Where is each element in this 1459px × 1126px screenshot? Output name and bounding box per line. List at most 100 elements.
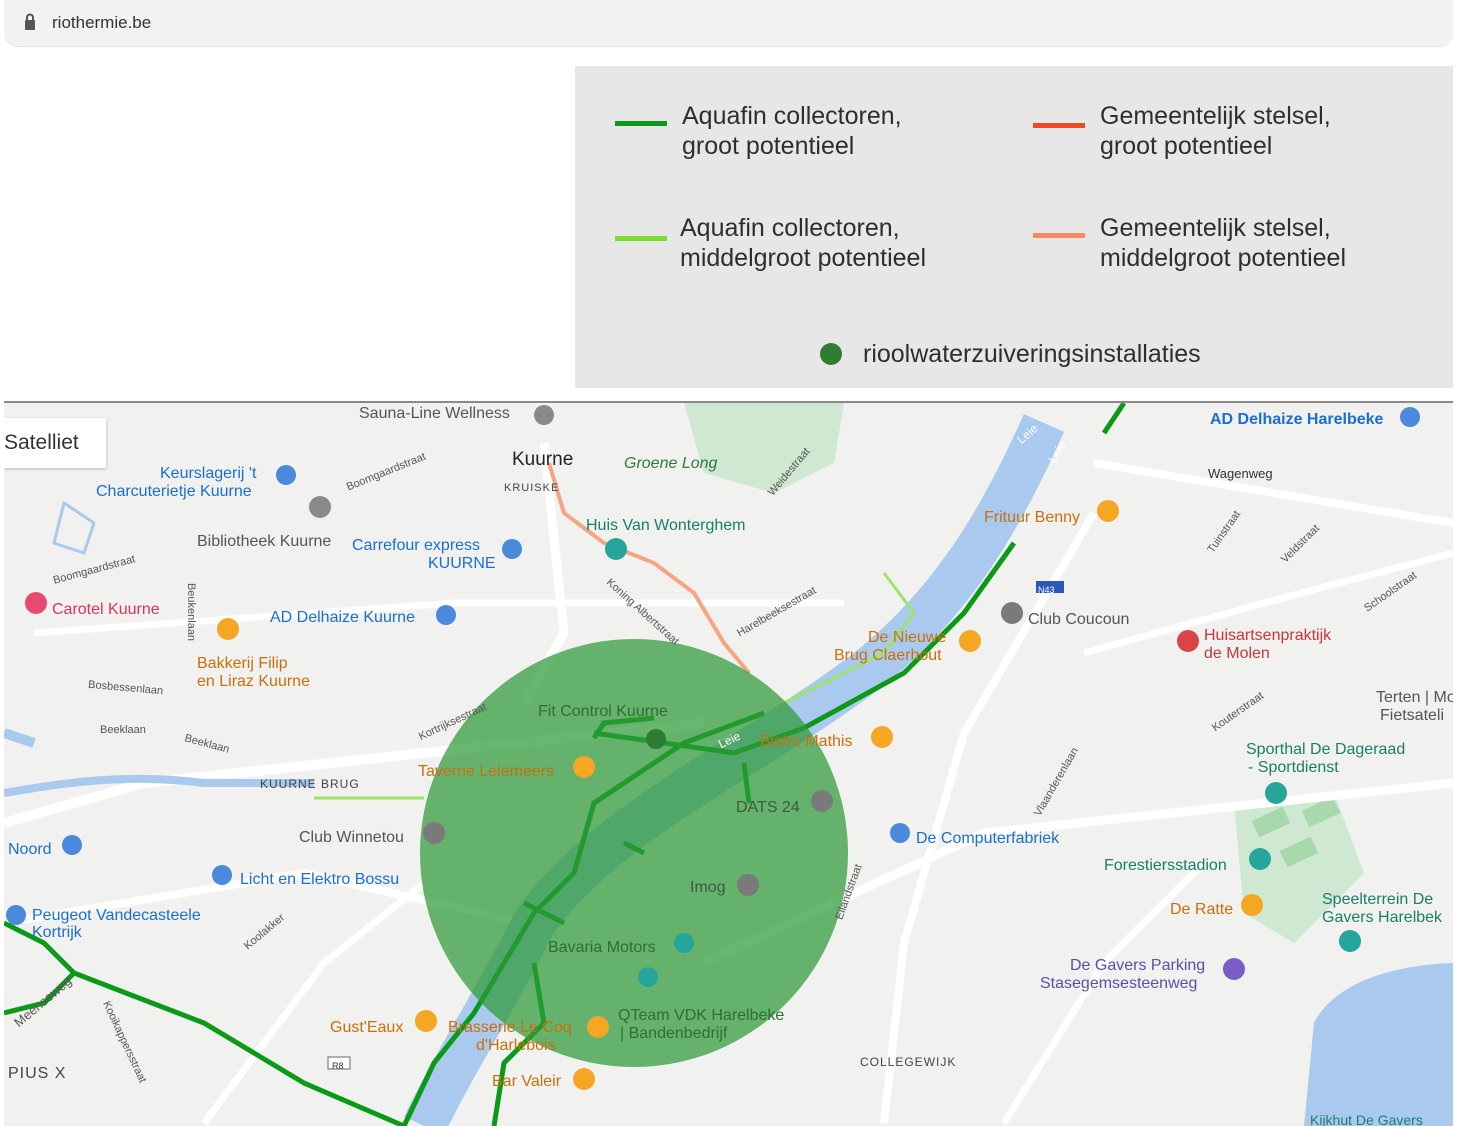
place-label[interactable]: Sauna-Line Wellness (359, 405, 510, 423)
place-label[interactable]: en Liraz Kuurne (197, 673, 310, 691)
place-label: KRUISKE (504, 482, 560, 494)
pin-icon (674, 933, 694, 953)
place-label[interactable]: De Computerfabriek (916, 830, 1059, 848)
road-label: R8 (332, 1061, 344, 1071)
legend-label-aquafin-groot: Aquafin collectoren, groot potentieel (682, 102, 902, 160)
pin-icon (1001, 602, 1023, 624)
place-label[interactable]: Imog (690, 879, 726, 897)
place-label[interactable]: Fietsateli (1380, 707, 1444, 725)
place-label[interactable]: de Molen (1204, 645, 1270, 663)
place-label[interactable]: Terten | Mobi (1376, 689, 1453, 707)
pin-icon (959, 630, 981, 652)
pin-icon (1097, 500, 1119, 522)
pin-icon (573, 1068, 595, 1090)
satellite-toggle-button[interactable]: Satelliet (4, 418, 106, 468)
pin-icon (871, 726, 893, 748)
street-label: Beeklaan (100, 724, 146, 736)
legend-swatch-gemeentelijk-middelgroot (1033, 233, 1085, 238)
place-label[interactable]: Huisartsenpraktijk (1204, 627, 1331, 645)
pin-icon (1339, 930, 1361, 952)
place-label[interactable]: Brasserie Le Coq (448, 1019, 572, 1037)
pin-icon (1241, 894, 1263, 916)
map-legend: Aquafin collectoren, groot potentieel Gem… (575, 66, 1453, 388)
pin-icon (309, 496, 331, 518)
map-view[interactable]: Satelliet Sauna-Line Wellness Kuurne KRU… (4, 401, 1453, 1126)
place-label[interactable]: Taverne Leiemeers (418, 763, 554, 781)
place-label[interactable]: | Bandenbedrijf (620, 1025, 727, 1043)
url-text: riothermie.be (52, 13, 152, 32)
lake (1304, 963, 1453, 1126)
pin-icon (1400, 407, 1420, 427)
place-label[interactable]: De Nieuwe (868, 629, 946, 647)
place-label[interactable]: Bavaria Motors (548, 939, 656, 957)
place-label[interactable]: Kuurne (512, 450, 573, 469)
place-label[interactable]: - Sportdienst (1248, 759, 1339, 777)
place-label[interactable]: Stasegemsesteenweg (1040, 975, 1197, 993)
place-label[interactable]: Groene Long (624, 455, 717, 473)
place-label[interactable]: Speelterrein De (1322, 891, 1433, 909)
place-label[interactable]: Noord (8, 841, 52, 859)
place-label[interactable]: De Gavers Parking (1070, 957, 1205, 975)
pin-icon (6, 905, 26, 925)
place-label[interactable]: Club Winnetou (299, 829, 404, 847)
legend-swatch-aquafin-groot (615, 121, 667, 126)
pin-icon (62, 835, 82, 855)
place-label[interactable]: d'Harlebois (476, 1037, 556, 1055)
legend-label-gemeentelijk-middelgroot: Gemeentelijk stelsel, middelgroot potenti… (1100, 214, 1346, 272)
park-area (684, 403, 844, 493)
place-label[interactable]: Peugeot Vandecasteele (32, 907, 201, 925)
place-label[interactable]: Bistro Mathis (760, 733, 852, 751)
place-label[interactable]: De Ratte (1170, 901, 1233, 919)
place-label[interactable]: Huis Van Wonterghem (586, 517, 745, 535)
place-label[interactable]: Keurslagerij 't (160, 465, 256, 483)
pin-icon (605, 538, 627, 560)
street-label: Beukenlaan (185, 582, 198, 642)
place-label[interactable]: Carrefour express (352, 537, 480, 555)
place-label[interactable]: Bibliotheek Kuurne (197, 533, 331, 551)
legend-dot-rwzi (820, 343, 842, 365)
pin-icon (436, 605, 456, 625)
place-label[interactable]: Bar Valeir (492, 1073, 561, 1091)
place-label: Wagenweg (1208, 466, 1273, 481)
place-label[interactable]: Club Coucoun (1028, 611, 1129, 629)
pin-icon (534, 405, 554, 425)
legend-label-gemeentelijk-groot: Gemeentelijk stelsel, groot potentieel (1100, 102, 1331, 160)
pin-icon (25, 592, 47, 614)
place-label[interactable]: Charcuterietje Kuurne (96, 483, 252, 501)
legend-label-rwzi: rioolwaterzuiveringsinstallaties (863, 340, 1201, 368)
place-label[interactable]: AD Delhaize Kuurne (270, 609, 415, 627)
place-label[interactable]: KUURNE (428, 555, 496, 573)
place-label[interactable]: Gavers Harelbek (1322, 909, 1442, 927)
place-label[interactable]: Bakkerij Filip (197, 655, 288, 673)
pin-icon (573, 756, 595, 778)
place-label[interactable]: Brug Claerhout (834, 647, 942, 665)
pin-icon (212, 865, 232, 885)
place-label[interactable]: Fit Control Kuurne (538, 703, 668, 721)
pin-icon (638, 967, 658, 987)
place-label[interactable]: Frituur Benny (984, 509, 1080, 527)
legend-label-aquafin-middelgroot: Aquafin collectoren, middelgroot potentie… (680, 214, 926, 272)
place-label[interactable]: Kortrijk (32, 924, 82, 942)
pin-icon (217, 618, 239, 640)
pin-icon (646, 729, 666, 749)
pin-icon (587, 1016, 609, 1038)
place-label[interactable]: Forestiersstadion (1104, 857, 1227, 875)
pin-icon (1177, 630, 1199, 652)
pin-icon (811, 790, 833, 812)
pin-icon (1249, 848, 1271, 870)
pin-icon (737, 874, 759, 896)
place-label[interactable]: QTeam VDK Harelbeke (618, 1007, 784, 1025)
place-label[interactable]: Gust'Eaux (330, 1019, 403, 1037)
place-label[interactable]: Carotel Kuurne (52, 601, 160, 619)
address-bar[interactable]: riothermie.be (4, 0, 1453, 47)
place-label[interactable]: DATS 24 (736, 799, 800, 817)
pin-icon (423, 822, 445, 844)
place-label: COLLEGEWIJK (860, 1055, 957, 1069)
pin-icon (1223, 958, 1245, 980)
pin-icon (415, 1010, 437, 1032)
place-label[interactable]: AD Delhaize Harelbeke (1210, 411, 1383, 429)
place-label[interactable]: Sporthal De Dageraad (1246, 741, 1405, 759)
pin-icon (1265, 782, 1287, 804)
place-label[interactable]: Licht en Elektro Bossu (240, 871, 399, 889)
road-label: N43 (1038, 585, 1055, 595)
